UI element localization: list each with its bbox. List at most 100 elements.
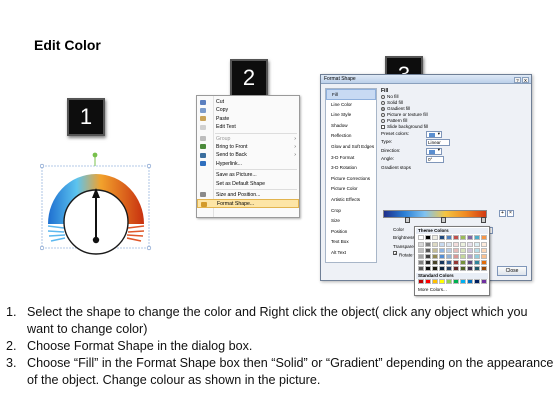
remove-stop-icon[interactable]: × <box>507 210 514 217</box>
close-icon[interactable]: X <box>522 77 529 83</box>
color-swatch[interactable] <box>481 254 487 259</box>
nav-item-line-color[interactable]: Line Color <box>326 100 376 111</box>
color-swatch[interactable] <box>425 248 431 253</box>
color-swatch[interactable] <box>474 260 480 265</box>
gradient-stop[interactable] <box>405 217 410 223</box>
slide-bg-checkbox[interactable] <box>381 124 385 129</box>
menu-item-size-and-position[interactable]: Size and Position... <box>197 191 299 199</box>
nav-item-position[interactable]: Position <box>326 227 376 238</box>
nav-item-fill[interactable]: Fill <box>326 89 376 100</box>
color-swatch[interactable] <box>467 242 473 247</box>
nav-item-picture-color[interactable]: Picture Color <box>326 184 376 195</box>
color-swatch[interactable] <box>453 266 459 271</box>
color-swatch[interactable] <box>446 279 452 284</box>
gradient-stop[interactable] <box>441 217 446 223</box>
color-swatch[interactable] <box>467 279 473 284</box>
color-swatch[interactable] <box>467 254 473 259</box>
color-swatch[interactable] <box>460 254 466 259</box>
color-swatch[interactable] <box>460 266 466 271</box>
radio-button[interactable] <box>381 106 385 111</box>
color-swatch[interactable] <box>481 266 487 271</box>
nav-item-3-d-rotation[interactable]: 3-D Rotation <box>326 163 376 174</box>
color-swatch[interactable] <box>453 242 459 247</box>
color-swatch[interactable] <box>439 254 445 259</box>
color-swatch[interactable] <box>467 266 473 271</box>
color-swatch[interactable] <box>446 266 452 271</box>
color-swatch[interactable] <box>460 242 466 247</box>
color-swatch[interactable] <box>418 266 424 271</box>
nav-item-line-style[interactable]: Line Style <box>326 110 376 121</box>
gradient-stop[interactable] <box>481 217 486 223</box>
color-swatch[interactable] <box>418 242 424 247</box>
color-swatch[interactable] <box>432 248 438 253</box>
menu-item-group[interactable]: Group › <box>197 135 299 143</box>
nav-item-text-box[interactable]: Text Box <box>326 237 376 248</box>
nav-item-alt-text[interactable]: Alt Text <box>326 248 376 259</box>
color-swatch[interactable] <box>446 235 452 240</box>
color-swatch[interactable] <box>439 260 445 265</box>
menu-item-cut[interactable]: Cut <box>197 98 299 106</box>
color-swatch[interactable] <box>467 260 473 265</box>
radio-button[interactable] <box>381 118 385 123</box>
color-swatch[interactable] <box>425 279 431 284</box>
color-swatch[interactable] <box>432 279 438 284</box>
color-swatch[interactable] <box>474 248 480 253</box>
color-swatch[interactable] <box>460 248 466 253</box>
color-swatch[interactable] <box>481 242 487 247</box>
color-swatch[interactable] <box>425 235 431 240</box>
color-swatch[interactable] <box>439 242 445 247</box>
color-swatch[interactable] <box>418 248 424 253</box>
color-swatch[interactable] <box>453 254 459 259</box>
color-swatch[interactable] <box>460 260 466 265</box>
color-swatch[interactable] <box>432 260 438 265</box>
menu-item-paste[interactable]: Paste <box>197 115 299 123</box>
close-button[interactable]: Close <box>497 266 527 276</box>
gauge-shape[interactable] <box>39 150 152 270</box>
color-swatch[interactable] <box>481 235 487 240</box>
color-swatch[interactable] <box>425 266 431 271</box>
menu-item-bring-to-front[interactable]: Bring to Front › <box>197 143 299 151</box>
nav-item-size[interactable]: Size <box>326 216 376 227</box>
more-colors-item[interactable]: More Colors... <box>418 287 486 293</box>
nav-item-3-d-format[interactable]: 3-D Format <box>326 153 376 164</box>
menu-item-format-shape[interactable]: Format Shape... <box>197 199 299 208</box>
color-swatch[interactable] <box>425 242 431 247</box>
color-swatch[interactable] <box>439 266 445 271</box>
menu-item-save-as-picture[interactable]: Save as Picture... <box>197 171 299 179</box>
radio-button[interactable] <box>381 112 385 117</box>
color-swatch[interactable] <box>467 235 473 240</box>
menu-item-copy[interactable]: Copy <box>197 106 299 114</box>
color-swatch[interactable] <box>481 248 487 253</box>
color-swatch[interactable] <box>453 279 459 284</box>
add-stop-icon[interactable]: + <box>499 210 506 217</box>
menu-item-set-as-default-shape[interactable]: Set as Default Shape <box>197 180 299 188</box>
color-swatch[interactable] <box>453 260 459 265</box>
color-swatch[interactable] <box>432 242 438 247</box>
color-swatch[interactable] <box>474 266 480 271</box>
color-swatch[interactable] <box>432 254 438 259</box>
help-button[interactable]: ? <box>514 77 521 83</box>
color-swatch[interactable] <box>467 248 473 253</box>
color-swatch[interactable] <box>446 254 452 259</box>
gradient-bar[interactable] <box>383 210 487 218</box>
menu-item-hyperlink[interactable]: Hyperlink... <box>197 160 299 168</box>
color-swatch[interactable] <box>474 242 480 247</box>
nav-item-picture-corrections[interactable]: Picture Corrections <box>326 174 376 185</box>
color-swatch[interactable] <box>446 260 452 265</box>
color-swatch[interactable] <box>425 260 431 265</box>
rotate-checkbox[interactable] <box>393 251 397 256</box>
color-swatch[interactable] <box>425 254 431 259</box>
nav-item-shadow[interactable]: Shadow <box>326 121 376 132</box>
color-swatch[interactable] <box>453 248 459 253</box>
nav-item-artistic-effects[interactable]: Artistic Effects <box>326 195 376 206</box>
radio-button[interactable] <box>381 94 385 99</box>
color-swatch[interactable] <box>439 248 445 253</box>
nav-item-reflection[interactable]: Reflection <box>326 131 376 142</box>
color-swatch[interactable] <box>460 235 466 240</box>
menu-item-send-to-back[interactable]: Send to Back › <box>197 151 299 159</box>
color-swatch[interactable] <box>418 254 424 259</box>
color-swatch[interactable] <box>446 242 452 247</box>
color-swatch[interactable] <box>418 260 424 265</box>
color-swatch[interactable] <box>453 235 459 240</box>
direction-button[interactable] <box>426 146 442 155</box>
